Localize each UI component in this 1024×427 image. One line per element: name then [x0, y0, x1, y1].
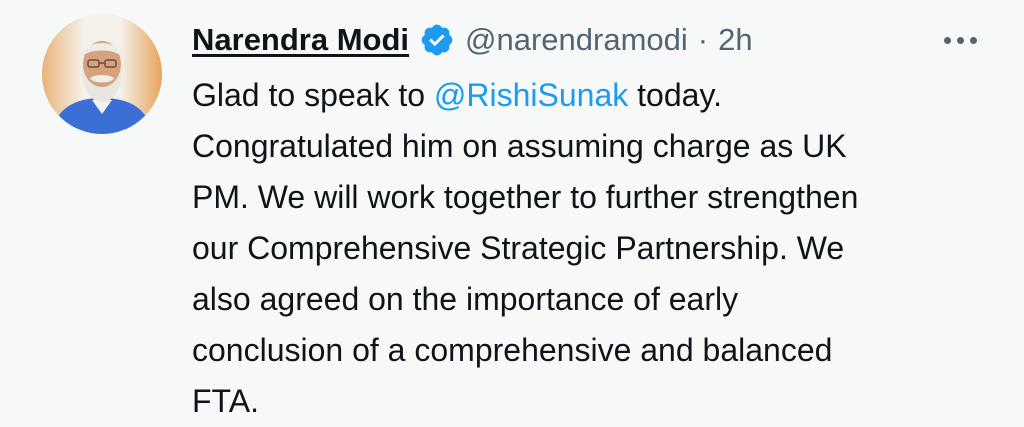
tweet-text-segment: Glad to speak to: [192, 77, 434, 113]
author-handle[interactable]: @narendramodi: [465, 22, 688, 58]
tweet-timestamp[interactable]: 2h: [718, 22, 752, 58]
tweet-line: Glad to speak to @RishiSunak today.: [192, 70, 992, 121]
tweet-text-segment: today.: [628, 77, 722, 113]
tweet-header: Narendra Modi @narendramodi · 2h: [192, 18, 753, 62]
more-dot: [943, 36, 951, 44]
more-dot: [956, 36, 964, 44]
more-dot: [969, 36, 977, 44]
verified-badge-icon[interactable]: [419, 22, 455, 58]
mention-link[interactable]: @RishiSunak: [434, 77, 628, 113]
tweet-line: Congratulated him on assuming charge as …: [192, 128, 847, 164]
separator-dot: ·: [697, 22, 709, 57]
person-avatar-icon: [42, 14, 162, 134]
tweet-line: also agreed on the importance of early: [192, 281, 739, 317]
author-name[interactable]: Narendra Modi: [192, 22, 409, 58]
tweet-line: FTA.: [192, 383, 259, 419]
tweet-line: PM. We will work together to further str…: [192, 179, 859, 215]
tweet-card[interactable]: Narendra Modi @narendramodi · 2h Glad to…: [0, 0, 1024, 419]
tweet-text: Glad to speak to @RishiSunak today. Cong…: [192, 70, 992, 427]
more-options-icon[interactable]: [932, 22, 988, 58]
tweet-line: our Comprehensive Strategic Partnership.…: [192, 230, 845, 266]
tweet-line: conclusion of a comprehensive and balanc…: [192, 332, 833, 368]
author-avatar[interactable]: [42, 14, 162, 134]
